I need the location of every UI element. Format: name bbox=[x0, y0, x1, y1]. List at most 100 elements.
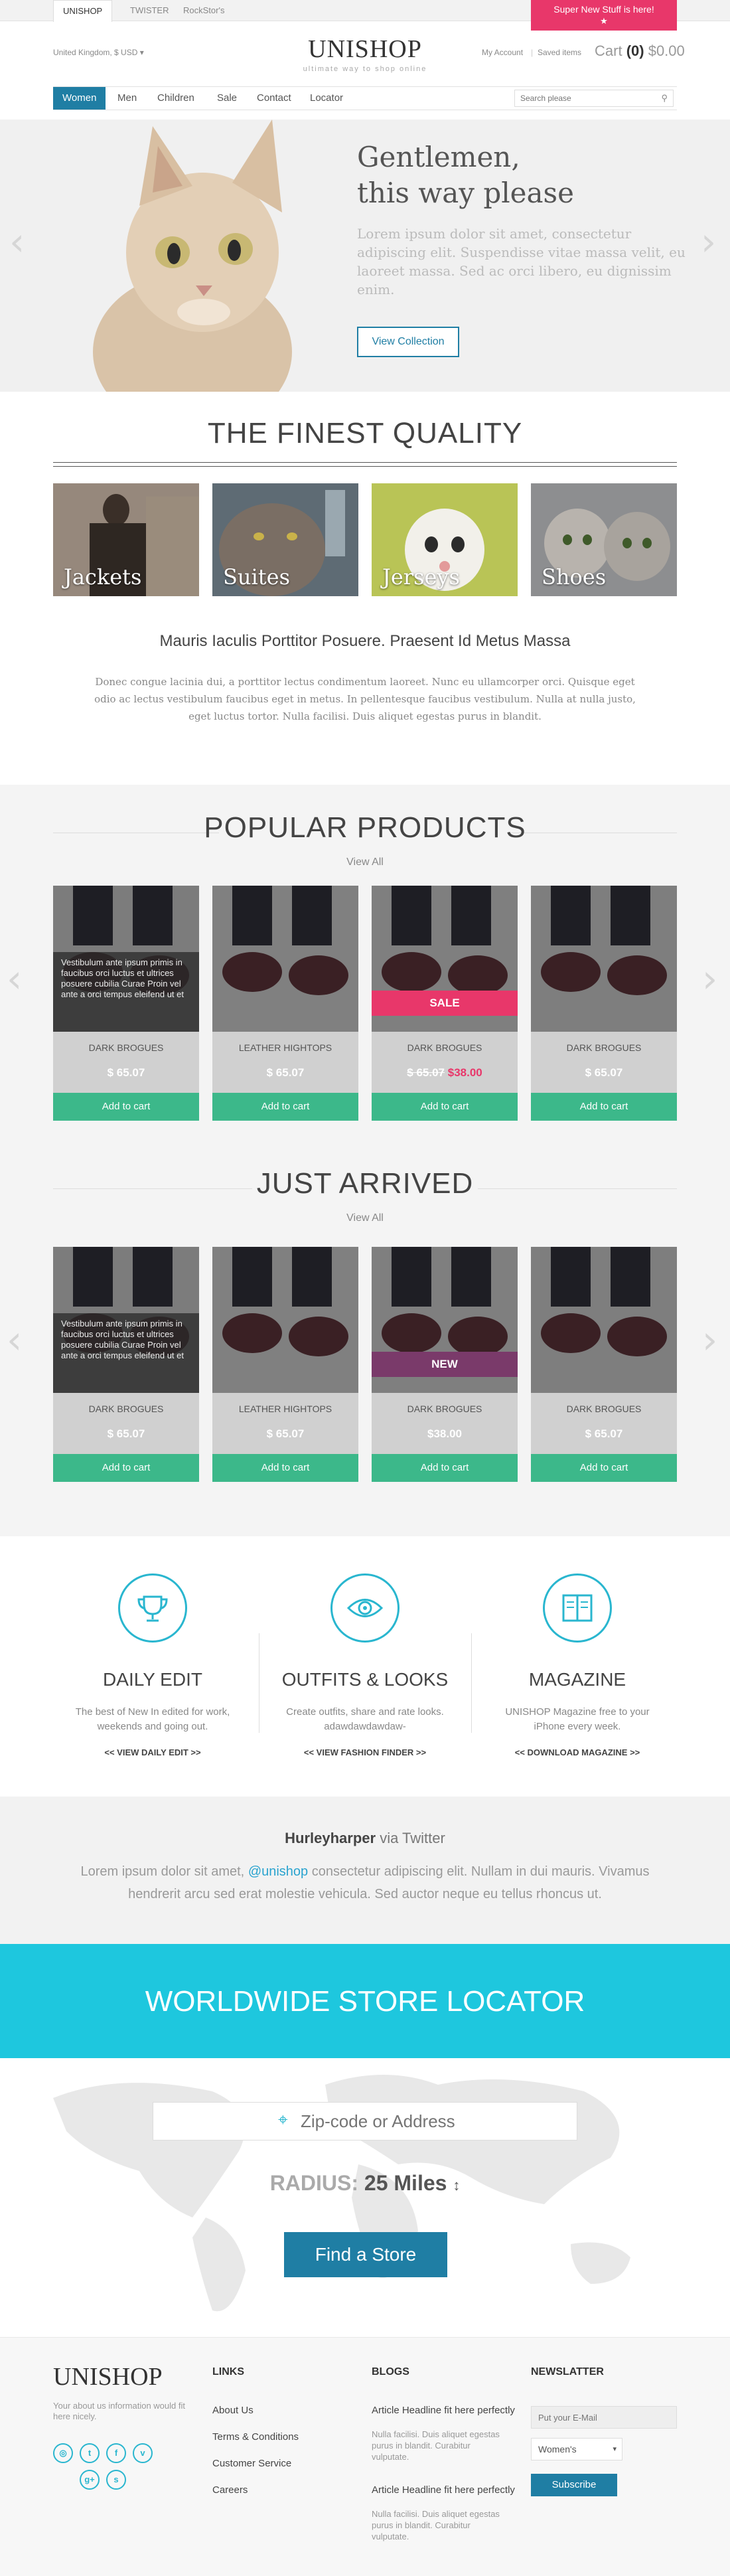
view-daily-edit-link[interactable]: << VIEW DAILY EDIT >> bbox=[46, 1747, 259, 1757]
tweet-mention[interactable]: @unishop bbox=[248, 1864, 308, 1879]
category-label: Jackets bbox=[64, 564, 142, 590]
product-price: $ 65.07 bbox=[107, 1427, 145, 1440]
search-box: ⚲ bbox=[514, 90, 674, 107]
chevron-left-icon[interactable]: ‹ bbox=[7, 1317, 22, 1362]
feature-outfits: OUTFITS & LOOKS Create outfits, share an… bbox=[259, 1573, 471, 1757]
search-icon[interactable]: ⚲ bbox=[661, 93, 668, 104]
add-to-cart-button[interactable]: Add to cart bbox=[53, 1093, 199, 1121]
view-all-link[interactable]: View All bbox=[0, 1212, 730, 1224]
store-tab-twister[interactable]: TWISTER bbox=[121, 0, 179, 21]
product-price: $ 65.07 bbox=[585, 1066, 623, 1079]
twitter-icon[interactable]: t bbox=[80, 2443, 100, 2463]
product-name: DARK BROGUES bbox=[566, 1042, 642, 1053]
sale-badge: SALE bbox=[372, 991, 518, 1016]
cat-image bbox=[93, 120, 292, 392]
chevron-right-icon[interactable]: › bbox=[702, 956, 717, 1001]
newsletter-email-input[interactable] bbox=[531, 2406, 677, 2429]
footer-link-careers[interactable]: Careers bbox=[212, 2484, 248, 2496]
nav-item-sale[interactable]: Sale bbox=[208, 87, 246, 110]
feature-title: DAILY EDIT bbox=[103, 1669, 202, 1690]
sort-arrows-icon: ↕ bbox=[453, 2177, 461, 2194]
product-price-block: $ 65.07 $38.00 bbox=[372, 1066, 518, 1080]
subscribe-button[interactable]: Subscribe bbox=[531, 2474, 617, 2496]
chevron-left-icon[interactable]: ‹ bbox=[9, 219, 25, 264]
nav-item-locator[interactable]: Locator bbox=[301, 87, 352, 110]
add-to-cart-button[interactable]: Add to cart bbox=[372, 1093, 518, 1121]
chevron-right-icon[interactable]: › bbox=[701, 219, 716, 264]
product-price: $ 65.07 bbox=[585, 1427, 623, 1440]
vimeo-icon[interactable]: v bbox=[133, 2443, 153, 2463]
blog-headline[interactable]: Article Headline fit here perfectly bbox=[372, 2484, 515, 2496]
footer-about: Your about us information would fit here… bbox=[53, 2401, 185, 2421]
map-pin-icon: ⌖ bbox=[278, 2109, 288, 2129]
category-jackets[interactable]: Jackets bbox=[53, 483, 199, 596]
view-all-link[interactable]: View All bbox=[0, 856, 730, 868]
add-to-cart-button[interactable]: Add to cart bbox=[531, 1454, 677, 1482]
blog-headline[interactable]: Article Headline fit here perfectly bbox=[372, 2405, 515, 2416]
radius-label: RADIUS: bbox=[269, 2171, 359, 2195]
instagram-icon[interactable]: ◎ bbox=[53, 2443, 73, 2463]
promo-banner[interactable]: Super New Stuff is here! ★ bbox=[531, 0, 677, 31]
saved-items-link[interactable]: Saved items bbox=[538, 48, 581, 57]
nav-item-contact[interactable]: Contact bbox=[248, 87, 301, 110]
view-collection-button[interactable]: View Collection bbox=[357, 327, 459, 357]
view-fashion-finder-link[interactable]: << VIEW FASHION FINDER >> bbox=[259, 1747, 471, 1757]
product-name: DARK BROGUES bbox=[566, 1404, 642, 1414]
chevron-right-icon[interactable]: › bbox=[702, 1317, 717, 1362]
nav-item-women[interactable]: Women bbox=[53, 87, 106, 110]
zip-field: ⌖ bbox=[153, 2102, 577, 2140]
product-price: $38.00 bbox=[427, 1427, 462, 1440]
footer-link-about[interactable]: About Us bbox=[212, 2405, 254, 2416]
cart-total: $0.00 bbox=[648, 42, 685, 59]
footer-blogs-title: BLOGS bbox=[372, 2366, 409, 2377]
product-info: DARK BROGUES $ 65.07 $38.00 bbox=[372, 1032, 518, 1093]
store-tab-rockstors[interactable]: RockStor's bbox=[174, 0, 234, 21]
add-to-cart-button[interactable]: Add to cart bbox=[372, 1454, 518, 1482]
divider bbox=[53, 466, 677, 467]
footer-logo[interactable]: UNISHOP bbox=[53, 2362, 163, 2391]
hero-title: Gentlemen, this way please bbox=[357, 139, 574, 211]
tweet-user[interactable]: Hurleyharper bbox=[285, 1830, 376, 1846]
skype-icon[interactable]: s bbox=[106, 2470, 126, 2490]
footer-link-customer-service[interactable]: Customer Service bbox=[212, 2458, 291, 2469]
add-to-cart-button[interactable]: Add to cart bbox=[212, 1093, 358, 1121]
tweet-author: Hurleyharper via Twitter bbox=[0, 1830, 730, 1847]
product-image bbox=[212, 886, 358, 1032]
magazine-icon bbox=[543, 1573, 612, 1643]
add-to-cart-button[interactable]: Add to cart bbox=[531, 1093, 677, 1121]
search-input[interactable] bbox=[515, 90, 648, 106]
cart-label: Cart bbox=[595, 42, 622, 59]
nav-item-children[interactable]: Children bbox=[148, 87, 204, 110]
new-badge: NEW bbox=[372, 1352, 518, 1377]
product-info: DARK BROGUES $38.00 bbox=[372, 1393, 518, 1454]
chevron-left-icon[interactable]: ‹ bbox=[7, 956, 22, 1001]
radius-selector[interactable]: RADIUS: 25 Miles ↕ bbox=[0, 2171, 730, 2196]
zip-input[interactable] bbox=[301, 2111, 566, 2132]
nav-item-men[interactable]: Men bbox=[108, 87, 146, 110]
newsletter-category-select[interactable]: Women's ▾ bbox=[531, 2438, 622, 2460]
add-to-cart-button[interactable]: Add to cart bbox=[53, 1454, 199, 1482]
product-info: DARK BROGUES $ 65.07 bbox=[531, 1032, 677, 1093]
category-shoes[interactable]: Shoes bbox=[531, 483, 677, 596]
category-label: Jerseys bbox=[382, 564, 460, 590]
promo-text: Super New Stuff is here! bbox=[553, 4, 654, 15]
googleplus-icon[interactable]: g+ bbox=[80, 2470, 100, 2490]
footer-link-terms[interactable]: Terms & Conditions bbox=[212, 2431, 299, 2443]
download-magazine-link[interactable]: << DOWNLOAD MAGAZINE >> bbox=[471, 1747, 684, 1757]
feature-title: OUTFITS & LOOKS bbox=[281, 1669, 449, 1690]
feature-text: The best of New In edited for work, week… bbox=[75, 1706, 230, 1732]
product-info: DARK BROGUES $ 65.07 bbox=[531, 1393, 677, 1454]
cart-link[interactable]: Cart (0) $0.00 bbox=[595, 42, 685, 60]
find-store-button[interactable]: Find a Store bbox=[284, 2232, 447, 2277]
category-suites[interactable]: Suites bbox=[212, 483, 358, 596]
add-to-cart-button[interactable]: Add to cart bbox=[212, 1454, 358, 1482]
product-price: $ 65.07 bbox=[107, 1066, 145, 1079]
store-tab-unishop[interactable]: UNISHOP bbox=[53, 0, 113, 22]
product-name: DARK BROGUES bbox=[88, 1404, 164, 1414]
category-jerseys[interactable]: Jerseys bbox=[372, 483, 518, 596]
hero-text: Lorem ipsum dolor sit amet, consectetur … bbox=[357, 226, 686, 297]
product-image bbox=[212, 1247, 358, 1393]
my-account-link[interactable]: My Account bbox=[482, 48, 523, 57]
quality-subtitle: Mauris Iaculis Porttitor Posuere. Praese… bbox=[159, 632, 571, 650]
facebook-icon[interactable]: f bbox=[106, 2443, 126, 2463]
